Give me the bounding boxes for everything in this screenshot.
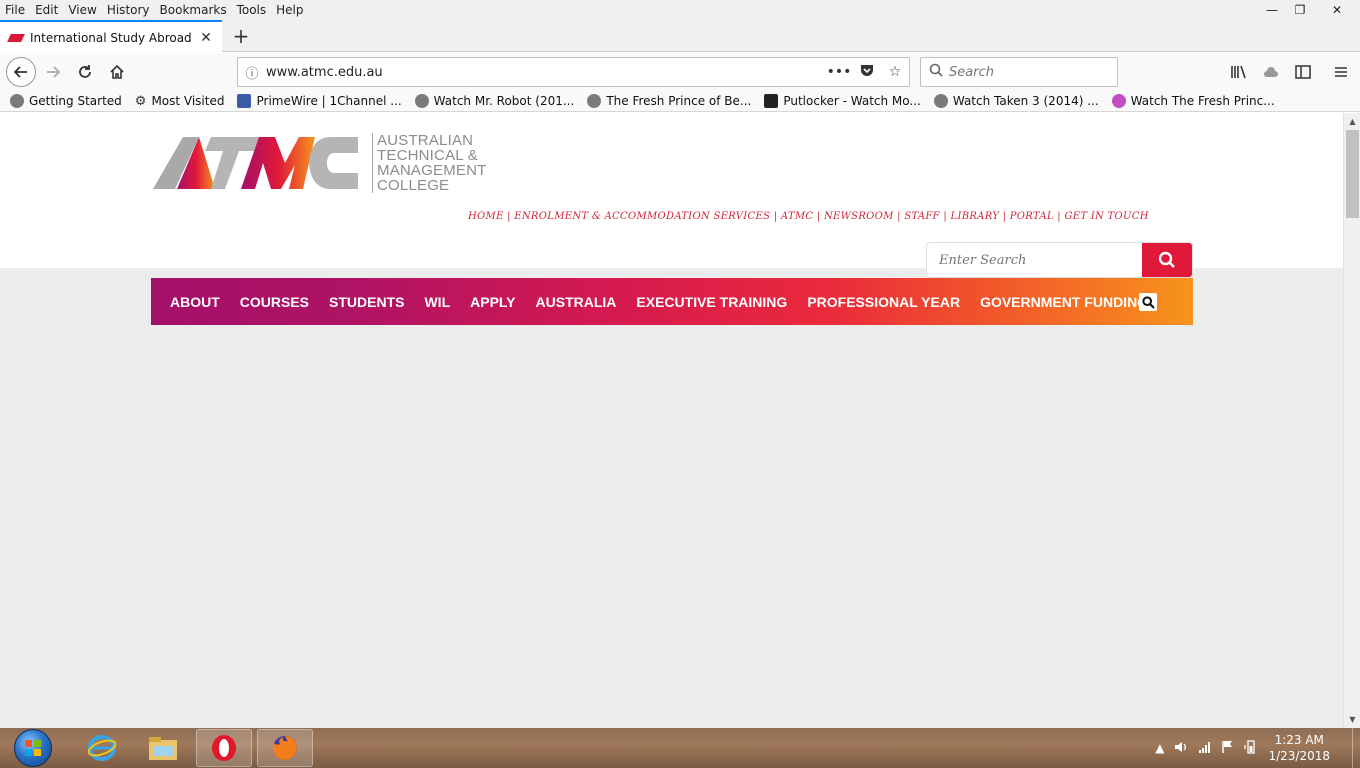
- menu-edit[interactable]: Edit: [30, 3, 63, 17]
- back-button[interactable]: [6, 57, 36, 87]
- tab-atmc[interactable]: International Study Abroad Aus ✕: [0, 20, 222, 53]
- logo-wordmark: AUSTRALIAN TECHNICAL & MANAGEMENT COLLEG…: [372, 133, 487, 193]
- page-scrollbar[interactable]: ▲ ▼: [1343, 113, 1360, 728]
- nav-apply[interactable]: APPLY: [470, 294, 515, 310]
- clock-time: 1:23 AM: [1274, 733, 1324, 747]
- forward-button[interactable]: [38, 57, 68, 87]
- nav-courses[interactable]: COURSES: [240, 294, 309, 310]
- play-icon: [1111, 94, 1126, 108]
- bookmark-mr-robot[interactable]: Watch Mr. Robot (201...: [414, 94, 574, 108]
- scroll-thumb[interactable]: [1346, 130, 1359, 218]
- arrow-left-icon: [13, 66, 27, 78]
- restore-button[interactable]: ❐: [1286, 0, 1314, 20]
- pocket-icon[interactable]: [853, 62, 881, 82]
- volume-icon[interactable]: [1174, 740, 1188, 757]
- opera-taskbar-icon[interactable]: [196, 729, 252, 767]
- menu-bookmarks[interactable]: Bookmarks: [155, 3, 232, 17]
- film-icon: [237, 94, 252, 108]
- tab-close-button[interactable]: ✕: [198, 30, 214, 46]
- url-text[interactable]: www.atmc.edu.au: [266, 65, 825, 80]
- globe-icon: [587, 94, 602, 108]
- firefox-taskbar-icon[interactable]: [257, 729, 313, 767]
- bookmark-getting-started[interactable]: Getting Started: [10, 94, 122, 108]
- nav-executive-training[interactable]: EXECUTIVE TRAINING: [636, 294, 787, 310]
- atmc-favicon-icon: [8, 30, 24, 46]
- url-bar[interactable]: ⓘ www.atmc.edu.au ••• ☆: [237, 57, 910, 87]
- bookmark-fresh-prince-2[interactable]: Watch The Fresh Princ...: [1111, 94, 1275, 108]
- globe-icon: [10, 94, 24, 108]
- menu-file[interactable]: File: [0, 3, 30, 17]
- search-icon: [1158, 251, 1175, 268]
- menu-history[interactable]: History: [102, 3, 155, 17]
- bookmark-star-icon[interactable]: ☆: [881, 64, 909, 80]
- gear-icon: ⚙: [134, 94, 147, 109]
- sidebar-toggle-icon[interactable]: [1288, 57, 1318, 87]
- menu-tools[interactable]: Tools: [232, 3, 272, 17]
- nav-australia[interactable]: AUSTRALIA: [536, 294, 617, 310]
- globe-icon: [933, 94, 948, 108]
- sync-cloud-icon[interactable]: [1256, 57, 1286, 87]
- nav-students[interactable]: STUDENTS: [329, 294, 404, 310]
- bookmark-fresh-prince[interactable]: The Fresh Prince of Be...: [587, 94, 751, 108]
- taskbar-clock[interactable]: 1:23 AM 1/23/2018: [1268, 732, 1330, 764]
- reload-icon: [79, 65, 91, 78]
- nav-search-button[interactable]: [1139, 293, 1157, 311]
- bookmark-most-visited[interactable]: ⚙ Most Visited: [134, 94, 225, 109]
- site-search-box: [926, 242, 1193, 278]
- page-viewport: AUSTRALIAN TECHNICAL & MANAGEMENT COLLEG…: [0, 113, 1343, 728]
- windows-logo-icon: [14, 729, 52, 767]
- menu-help[interactable]: Help: [271, 3, 308, 17]
- search-icon: [929, 63, 943, 81]
- globe-icon: [414, 94, 429, 108]
- new-tab-button[interactable]: +: [228, 24, 254, 48]
- scroll-down-arrow-icon[interactable]: ▼: [1344, 711, 1360, 728]
- tab-title: International Study Abroad Aus: [30, 30, 194, 45]
- nav-toolbar: ⓘ www.atmc.edu.au ••• ☆: [0, 53, 1360, 91]
- tray-expand-icon[interactable]: ▲: [1155, 741, 1164, 755]
- bookmark-taken-3[interactable]: Watch Taken 3 (2014) ...: [933, 94, 1099, 108]
- nav-professional-year[interactable]: PROFESSIONAL YEAR: [807, 294, 960, 310]
- system-tray: ▲ 1:23 AM 1/23/2018: [1155, 728, 1360, 768]
- browser-search-input[interactable]: [949, 64, 1099, 80]
- info-icon[interactable]: ⓘ: [238, 63, 266, 82]
- hamburger-menu-icon[interactable]: [1326, 57, 1356, 87]
- menu-bar: File Edit View History Bookmarks Tools H…: [0, 0, 1360, 20]
- internet-explorer-taskbar-icon[interactable]: [74, 729, 130, 767]
- atmc-logo[interactable]: AUSTRALIAN TECHNICAL & MANAGEMENT COLLEG…: [153, 133, 493, 193]
- main-navigation: ABOUT COURSES STUDENTS WIL APPLY AUSTRAL…: [151, 278, 1193, 325]
- reload-button[interactable]: [70, 57, 100, 87]
- site-search-input[interactable]: [927, 243, 1142, 277]
- bookmark-putlocker[interactable]: Putlocker - Watch Mo...: [764, 94, 921, 108]
- nav-wil[interactable]: WIL: [424, 294, 450, 310]
- bookmarks-toolbar: Getting Started ⚙ Most Visited PrimeWire …: [0, 91, 1360, 112]
- arrow-right-icon: [47, 66, 61, 78]
- start-button[interactable]: [10, 728, 56, 768]
- action-center-flag-icon[interactable]: [1222, 740, 1234, 757]
- menu-view[interactable]: View: [63, 3, 101, 17]
- file-explorer-taskbar-icon[interactable]: [135, 729, 191, 767]
- battery-icon[interactable]: [1244, 739, 1258, 757]
- nav-government-funding[interactable]: GOVERNMENT FUNDING: [980, 294, 1148, 310]
- dots-icon: [764, 94, 779, 108]
- clock-date: 1/23/2018: [1268, 749, 1330, 763]
- windows-taskbar: ▲ 1:23 AM 1/23/2018: [0, 728, 1360, 768]
- page-actions-icon[interactable]: •••: [825, 64, 853, 80]
- network-signal-icon[interactable]: [1198, 740, 1212, 757]
- tab-strip: International Study Abroad Aus ✕ +: [0, 20, 1360, 53]
- nav-about[interactable]: ABOUT: [170, 294, 220, 310]
- minimize-button[interactable]: —: [1258, 0, 1286, 20]
- search-icon: [1141, 295, 1155, 309]
- scroll-up-arrow-icon[interactable]: ▲: [1344, 113, 1360, 130]
- browser-search-bar[interactable]: [920, 57, 1118, 87]
- bookmark-primewire[interactable]: PrimeWire | 1Channel ...: [237, 94, 402, 108]
- site-search-button[interactable]: [1142, 243, 1192, 277]
- home-button[interactable]: [102, 57, 132, 87]
- top-utility-links[interactable]: HOME | ENROLMENT & ACCOMMODATION SERVICE…: [468, 211, 1149, 222]
- window-controls: — ❐ ✕: [1258, 0, 1360, 20]
- atmc-logo-mark-icon: [153, 137, 358, 189]
- library-icon[interactable]: [1224, 57, 1254, 87]
- show-desktop-button[interactable]: [1352, 728, 1360, 768]
- home-icon: [110, 64, 124, 79]
- close-window-button[interactable]: ✕: [1314, 0, 1360, 20]
